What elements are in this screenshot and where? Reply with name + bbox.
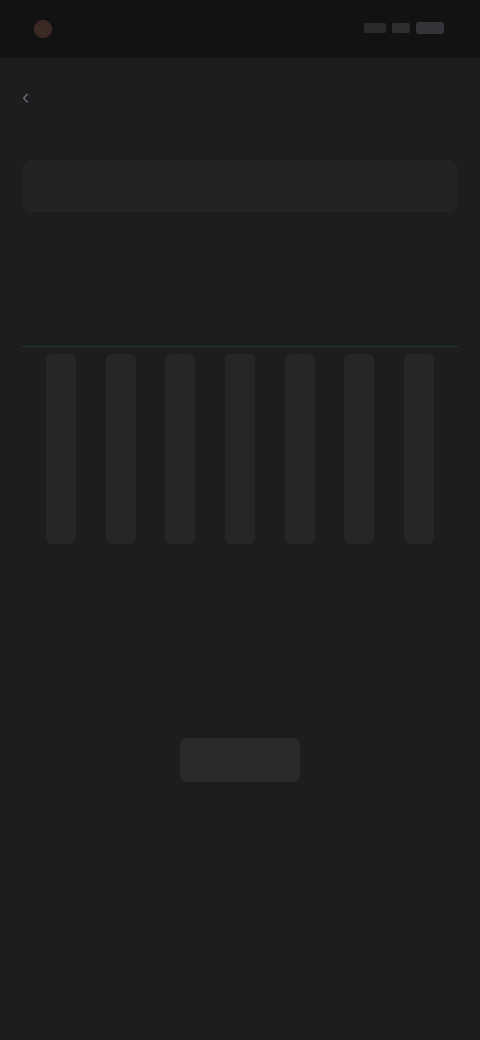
app-screen: ‹ — [0, 0, 480, 1040]
weekly-bar-chart — [22, 330, 458, 590]
chart-bar-track — [344, 354, 375, 544]
chart-bar-column[interactable] — [344, 354, 375, 564]
status-left — [34, 20, 60, 38]
chart-bar-track — [46, 354, 76, 544]
header: ‹ — [22, 86, 54, 108]
chart-goal-line — [22, 346, 458, 347]
wifi-icon — [392, 23, 410, 33]
status-right — [364, 22, 444, 34]
status-bar — [0, 0, 480, 58]
chart-bar-column[interactable] — [165, 354, 196, 564]
battery-icon — [416, 22, 444, 34]
app-dot-icon — [34, 20, 52, 38]
empty-illustration-icon — [180, 738, 300, 782]
chart-bar-track — [105, 354, 136, 544]
chart-bar-track — [404, 354, 434, 544]
chevron-left-icon[interactable]: ‹ — [22, 86, 44, 108]
segment-option-2[interactable] — [313, 160, 458, 212]
chart-bar-track — [225, 354, 255, 544]
chart-bar-column[interactable] — [46, 354, 76, 564]
chart-bar-track — [165, 354, 196, 544]
segment-option-1[interactable] — [167, 160, 312, 212]
segment-option-0[interactable] — [22, 160, 167, 212]
chart-bar-column[interactable] — [225, 354, 255, 564]
chart-bar-column[interactable] — [404, 354, 434, 564]
signal-icon — [364, 23, 386, 33]
chart-bar-column[interactable] — [105, 354, 136, 564]
chart-bar-track — [284, 354, 315, 544]
chart-bar-column[interactable] — [284, 354, 315, 564]
period-segmented-control — [22, 160, 458, 212]
